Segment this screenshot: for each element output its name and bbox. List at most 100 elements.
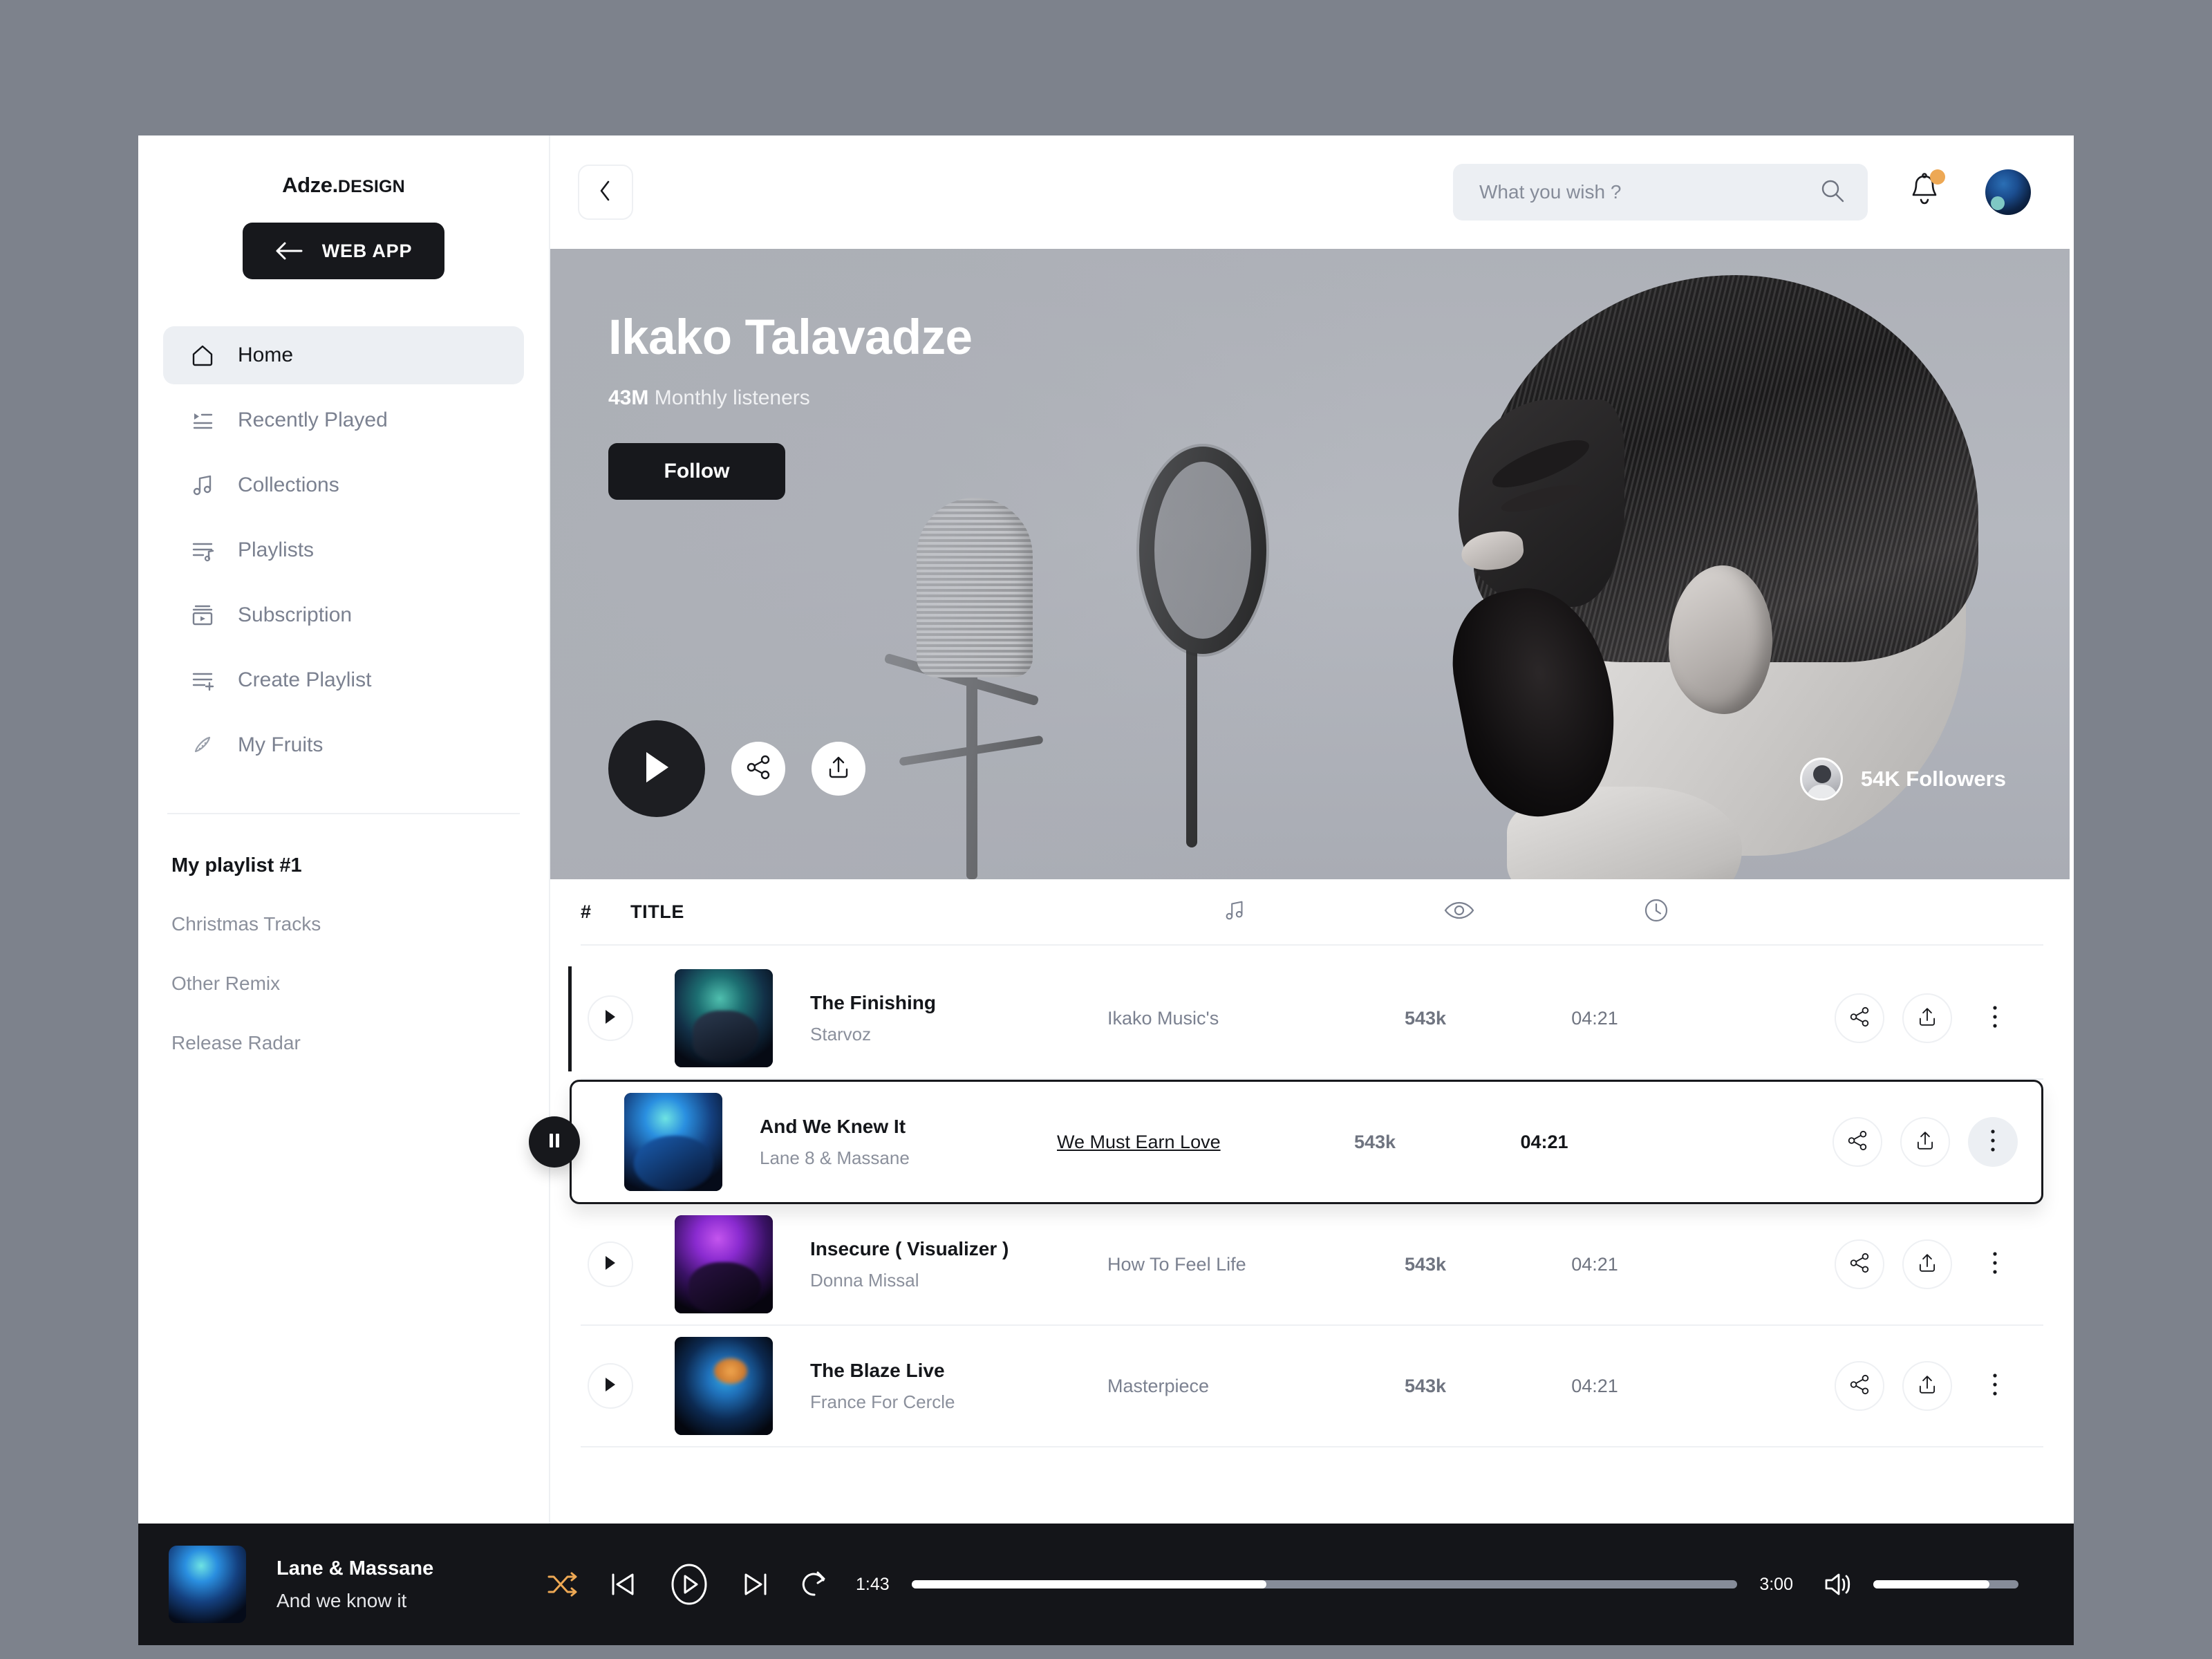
sidebar-item-home[interactable]: Home [163, 326, 524, 384]
row-play-button[interactable] [588, 1363, 633, 1409]
sidebar-item-playlists[interactable]: Playlists [163, 521, 524, 579]
app-window: Adze.DESIGN WEB APP Home Recently Played… [138, 135, 2074, 1645]
follow-button[interactable]: Follow [608, 443, 785, 500]
hero-content: Ikako Talavadze 43M Monthly listeners Fo… [608, 310, 973, 500]
eye-icon [1444, 899, 1474, 925]
row-actions [1835, 1361, 2020, 1411]
notifications-button[interactable] [1906, 169, 1945, 213]
web-app-button[interactable]: WEB APP [243, 223, 444, 279]
row-accent-bar [568, 966, 572, 1071]
volume-icon[interactable] [1821, 1570, 1853, 1599]
row-share-button[interactable] [1835, 1239, 1884, 1289]
track-artist: France For Cercle [810, 1391, 955, 1412]
arrow-left-icon [275, 242, 303, 260]
table-header-row: # TITLE [581, 879, 2043, 946]
repeat-button[interactable] [800, 1570, 828, 1599]
track-artist: Donna Missal [810, 1269, 919, 1291]
sidebar-item-create-playlist[interactable]: Create Playlist [163, 651, 524, 709]
track-plays: 543k [1353, 1131, 1396, 1152]
row-share-button[interactable] [1835, 993, 1884, 1043]
track-title: And We Knew It [760, 1115, 906, 1137]
table-row[interactable]: Insecure ( Visualizer ) Donna Missal How… [581, 1204, 2043, 1326]
table-row[interactable]: The Finishing Starvoz Ikako Music's 543k… [568, 958, 2043, 1080]
row-more-button[interactable] [1968, 1117, 2018, 1167]
track-title: The Blaze Live [810, 1359, 945, 1381]
row-upload-button[interactable] [1902, 993, 1952, 1043]
artist-hero: Ikako Talavadze 43M Monthly listeners Fo… [550, 249, 2070, 879]
table-row[interactable]: And We Knew It Lane 8 & Massane We Must … [529, 1080, 2043, 1204]
sidebar-item-label: Playlists [238, 538, 315, 561]
playlist-icon [187, 536, 218, 564]
row-upload-button[interactable] [1902, 1239, 1952, 1289]
more-vertical-icon [1991, 1005, 1998, 1032]
back-button[interactable] [578, 165, 633, 220]
share-icon [1848, 1252, 1871, 1277]
track-rows: The Finishing Starvoz Ikako Music's 543k… [529, 946, 2074, 1447]
volume-slider[interactable] [1873, 1580, 2018, 1588]
play-button[interactable] [668, 1563, 711, 1606]
row-actions [1833, 1117, 2018, 1167]
playlist-item-release-radar[interactable]: Release Radar [171, 1032, 549, 1054]
search-input[interactable] [1479, 181, 1811, 203]
progress-fill [911, 1580, 1267, 1588]
now-playing-track: And we know it [276, 1589, 407, 1611]
track-info: Insecure ( Visualizer ) Donna Missal [810, 1238, 1107, 1291]
music-note-icon [1221, 897, 1248, 927]
brand-logo: Adze.DESIGN [138, 173, 549, 198]
track-info: And We Knew It Lane 8 & Massane [760, 1116, 1057, 1169]
sidebar-item-label: Subscription [238, 603, 353, 626]
track-album: How To Feel Life [1107, 1253, 1246, 1275]
upload-icon [1916, 1374, 1938, 1399]
shuffle-button[interactable] [546, 1571, 578, 1598]
progress-bar[interactable] [911, 1580, 1738, 1588]
home-icon [187, 341, 218, 369]
brand-suffix: DESIGN [337, 177, 405, 196]
upload-icon [1916, 1252, 1938, 1277]
next-button[interactable] [742, 1571, 769, 1598]
row-share-button[interactable] [1835, 1361, 1884, 1411]
row-pause-button[interactable] [529, 1116, 580, 1168]
track-duration: 04:21 [1571, 1253, 1618, 1275]
avatar[interactable] [1985, 169, 2031, 215]
playlist-title[interactable]: My playlist #1 [171, 854, 549, 877]
followers-badge: 54K Followers [1799, 758, 2006, 800]
table-row[interactable]: The Blaze Live France For Cercle Masterp… [581, 1326, 2043, 1447]
sidebar-item-collections[interactable]: Collections [163, 456, 524, 514]
more-vertical-icon [1991, 1373, 1998, 1400]
followers-count: 54K Followers [1860, 767, 2006, 791]
playlist-item-christmas[interactable]: Christmas Tracks [171, 913, 549, 935]
column-header-plays [1345, 899, 1573, 925]
sidebar-item-subscription[interactable]: Subscription [163, 586, 524, 644]
previous-button[interactable] [610, 1571, 636, 1598]
track-album[interactable]: We Must Earn Love [1057, 1132, 1285, 1153]
row-play-button[interactable] [588, 995, 633, 1041]
row-more-button[interactable] [1970, 1361, 2020, 1411]
sidebar-item-label: Recently Played [238, 409, 388, 431]
volume-section [1821, 1570, 2018, 1599]
row-more-button[interactable] [1970, 993, 2020, 1043]
watermelon-icon [187, 731, 218, 759]
track-info: The Finishing Starvoz [810, 992, 1107, 1045]
playlist-item-other-remix[interactable]: Other Remix [171, 973, 549, 995]
album-cover [624, 1093, 722, 1191]
row-play-button[interactable] [588, 1241, 633, 1287]
track-info: The Blaze Live France For Cercle [810, 1360, 1107, 1413]
hero-share-button[interactable] [731, 742, 785, 796]
search-icon[interactable] [1818, 176, 1847, 209]
playlist-section: My playlist #1 Christmas Tracks Other Re… [138, 814, 549, 1091]
row-more-button[interactable] [1970, 1239, 2020, 1289]
row-upload-button[interactable] [1902, 1361, 1952, 1411]
upload-icon [1916, 1006, 1938, 1031]
listeners-label: Monthly listeners [654, 386, 810, 409]
topbar [550, 135, 2074, 249]
sidebar-item-recently-played[interactable]: Recently Played [163, 391, 524, 449]
follower-avatar [1799, 758, 1843, 800]
track-duration: 04:21 [1520, 1131, 1568, 1152]
hero-upload-button[interactable] [812, 742, 865, 796]
search-bar[interactable] [1453, 164, 1868, 221]
sidebar-item-my-fruits[interactable]: My Fruits [163, 716, 524, 774]
row-upload-button[interactable] [1900, 1117, 1950, 1167]
hero-play-button[interactable] [608, 720, 705, 817]
row-share-button[interactable] [1833, 1117, 1882, 1167]
upload-icon [1914, 1130, 1936, 1155]
